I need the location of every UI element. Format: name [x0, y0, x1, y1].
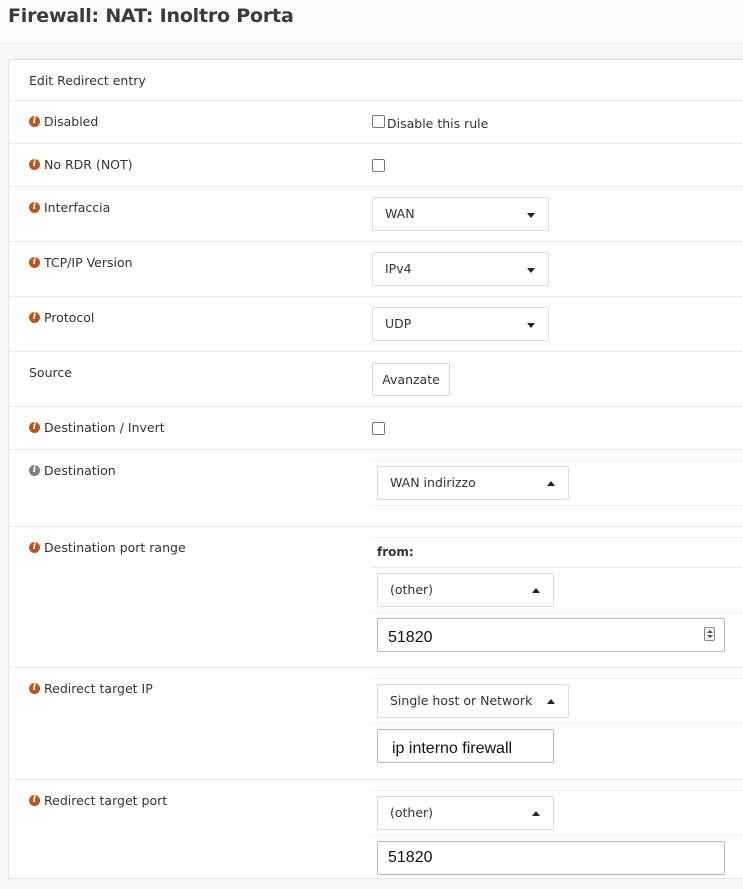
row-interface: i Interfaccia WAN: [9, 187, 743, 242]
interface-label: Interfaccia: [44, 200, 111, 215]
destination-invert-label: Destination / Invert: [44, 420, 165, 435]
divider: [371, 790, 743, 791]
info-icon[interactable]: i: [29, 116, 40, 127]
divider: [371, 567, 743, 568]
row-no-rdr: i No RDR (NOT): [9, 144, 743, 187]
destination-label: Destination: [44, 463, 116, 478]
source-label: Source: [29, 365, 72, 380]
destination-select[interactable]: WAN indirizzo: [377, 466, 569, 500]
page-header: Firewall: NAT: Inoltro Porta: [0, 0, 743, 44]
row-destination-port-range: i Destination port range from: (other) 5…: [9, 527, 743, 668]
chevron-down-icon: [527, 213, 535, 218]
protocol-value: UDP: [385, 316, 412, 331]
redirect-port-input[interactable]: 51820: [377, 841, 725, 875]
interface-value: WAN: [385, 206, 415, 221]
dest-port-type-value: (other): [390, 582, 434, 597]
divider: [371, 723, 743, 724]
destination-value: WAN indirizzo: [390, 475, 476, 490]
chevron-down-icon: [527, 268, 535, 273]
ip-version-label: TCP/IP Version: [44, 255, 133, 270]
divider: [371, 505, 743, 506]
disabled-label: Disabled: [44, 114, 99, 129]
row-disabled: i Disabled Disable this rule: [9, 101, 743, 144]
redirect-ip-input[interactable]: ip interno firewall: [377, 729, 554, 763]
spinner-icon[interactable]: [704, 627, 715, 641]
info-icon[interactable]: i: [29, 683, 40, 694]
chevron-down-icon: [527, 323, 535, 328]
info-icon[interactable]: i: [29, 422, 40, 433]
no-rdr-checkbox[interactable]: [372, 159, 385, 172]
divider: [371, 460, 743, 461]
row-ip-version: i TCP/IP Version IPv4: [9, 242, 743, 297]
source-advanced-button[interactable]: Avanzate: [372, 363, 450, 396]
row-source: Source Avanzate: [9, 352, 743, 407]
row-redirect-target-ip: i Redirect target IP Single host or Netw…: [9, 668, 743, 780]
redirect-ip-label: Redirect target IP: [44, 681, 153, 696]
chevron-up-icon: [532, 811, 540, 816]
dest-port-type-select[interactable]: (other): [377, 573, 554, 607]
disable-rule-label[interactable]: Disable this rule: [387, 116, 488, 131]
row-destination-invert: i Destination / Invert: [9, 407, 743, 450]
disabled-checkbox[interactable]: [372, 115, 385, 128]
redirect-port-type-value: (other): [390, 805, 434, 820]
redirect-port-type-select[interactable]: (other): [377, 796, 554, 830]
divider: [371, 835, 743, 836]
info-icon[interactable]: i: [29, 465, 40, 476]
page-title: Firewall: NAT: Inoltro Porta: [8, 5, 294, 27]
edit-redirect-panel: Edit Redirect entry i Disabled Disable t…: [8, 59, 743, 879]
chevron-up-icon: [532, 588, 540, 593]
dest-port-value: 51820: [388, 629, 433, 646]
protocol-select[interactable]: UDP: [372, 307, 549, 341]
from-label: from:: [377, 545, 414, 559]
ip-version-value: IPv4: [385, 261, 412, 276]
chevron-up-icon: [547, 481, 555, 486]
chevron-up-icon: [547, 699, 555, 704]
interface-select[interactable]: WAN: [372, 197, 549, 231]
info-icon[interactable]: i: [29, 202, 40, 213]
info-icon[interactable]: i: [29, 159, 40, 170]
protocol-label: Protocol: [44, 310, 95, 325]
info-icon[interactable]: i: [29, 795, 40, 806]
ip-version-select[interactable]: IPv4: [372, 252, 549, 286]
section-title: Edit Redirect entry: [29, 73, 146, 88]
redirect-port-label: Redirect target port: [44, 793, 168, 808]
row-redirect-target-port: i Redirect target port (other) 51820: [9, 780, 743, 878]
info-icon[interactable]: i: [29, 257, 40, 268]
dest-port-range-label: Destination port range: [44, 540, 186, 555]
row-protocol: i Protocol UDP: [9, 297, 743, 352]
redirect-ip-type-value: Single host or Network: [390, 693, 533, 708]
row-destination: i Destination WAN indirizzo: [9, 450, 743, 527]
section-header: Edit Redirect entry: [9, 60, 743, 101]
divider: [371, 537, 743, 538]
no-rdr-label: No RDR (NOT): [44, 157, 133, 172]
divider: [371, 678, 743, 679]
info-icon[interactable]: i: [29, 312, 40, 323]
dest-port-input[interactable]: 51820: [377, 618, 725, 652]
destination-invert-checkbox[interactable]: [372, 422, 385, 435]
redirect-ip-type-select[interactable]: Single host or Network: [377, 684, 569, 718]
info-icon[interactable]: i: [29, 542, 40, 553]
divider: [371, 612, 743, 613]
